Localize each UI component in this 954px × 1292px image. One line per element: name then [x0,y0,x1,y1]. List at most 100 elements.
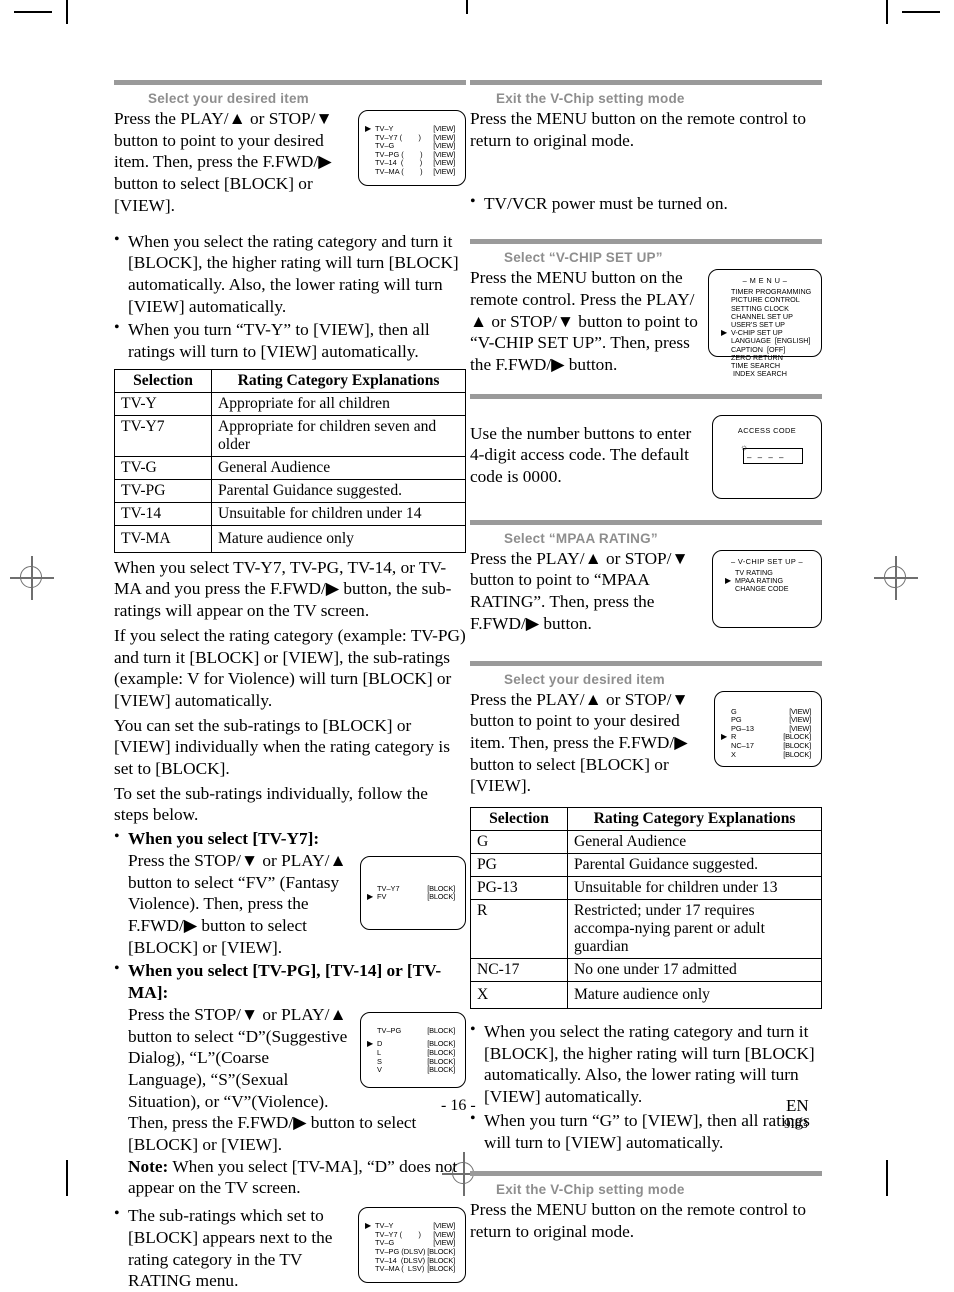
paragraph-subratings-individual: You can set the sub-ratings to [BLOCK] o… [114,715,450,779]
section-divider [470,393,822,399]
crop-mark-top-left-v [66,0,68,24]
table-row: PG-13 Unsuitable for children under 13 [470,876,822,901]
blink-cursor-icon: ☼ [740,441,749,452]
crop-mark-top-right-v [886,0,888,24]
column-header-explanations: Rating Category Explanations [211,368,466,393]
section-title-vchip-setup: Select “V-CHIP SET UP” [504,250,663,266]
section-divider [470,239,822,245]
tv-y7-subrating-screen: TV–Y7 [BLOCK] ▶ FV [BLOCK] [360,855,466,930]
section-divider [470,660,822,666]
list-item: When you select [TV-Y7]: [114,827,466,850]
osd-title: – V-CHIP SET UP – [730,556,804,566]
list-item: When you turn “TV-Y” to [VIEW], then all… [114,318,466,362]
menu-item[interactable]: CHANGE CODE [735,584,789,593]
table-row: TV-Y7 Appropriate for children seven and … [114,414,466,457]
list-item: When you turn “G” to [VIEW], then all ra… [470,1109,822,1153]
cursor-icon: ▶ [365,124,372,133]
document-code: 9I03 [784,1116,808,1131]
cursor-icon: ▶ [725,575,732,585]
list-item: When you select the rating category and … [470,1020,822,1108]
bullet-list-mpaa: When you select the rating category and … [470,1020,822,1153]
table-row: TV-MA Mature audience only [114,524,466,553]
paragraph-subratings-appear: When you select TV-Y7, TV-PG, TV-14, or … [114,557,452,621]
osd-row: ▶ FV [BLOCK] [367,892,455,902]
registration-mark-left [10,556,54,600]
language-code: EN [786,1096,809,1115]
note-text: When you select [TV-MA], “D” does not ap… [128,1156,458,1198]
subitem-note-tvma: Note: When you select [TV-MA], “D” does … [128,1156,466,1199]
note-label: Note: [128,1156,169,1176]
right-column: Exit the V-Chip setting mode Press the M… [470,80,822,1243]
table-row: TV-14 Unsuitable for children under 14 [114,501,466,526]
cursor-icon: ▶ [721,328,728,338]
access-code-screen: ACCESS CODE – – – – ☼ [712,414,822,499]
osd-row: X [BLOCK] [731,749,811,759]
osd-row: V [BLOCK] [377,1065,455,1075]
crop-mark-bottom-right-v [886,1160,888,1196]
crop-mark-bottom-left-v [66,1160,68,1196]
mpaa-rating-screen: G [VIEW] PG [VIEW] PG–13 [VIEW] ▶ R [BLOCK] N… [714,690,822,767]
column-header-explanations: Rating Category Explanations [567,807,822,832]
crop-mark-top-right-h [902,11,940,13]
table-row: PG Parental Guidance suggested. [470,853,822,878]
osd-title: – M E N U – [742,276,788,286]
section-divider [470,519,822,525]
subrating-steps: When you select [TV-Y7]: [114,827,466,850]
section-divider [470,1171,822,1177]
list-item: When you select the rating category and … [114,230,466,318]
subitem-heading-tvpg: When you select [TV-PG], [TV-14] or [TV-… [128,961,442,1003]
paragraph-exit-bottom: Press the MENU button on the remote cont… [470,1200,806,1241]
table-row: G General Audience [470,830,822,855]
mpaa-rating-table: Selection Rating Category Explanations G… [470,807,822,1010]
column-header-selection: Selection [114,368,212,393]
paragraph-follow-steps: To set the sub-ratings individually, fol… [114,783,428,825]
table-row: TV-Y Appropriate for all children [114,391,466,416]
section-divider [470,80,822,85]
subrating-steps-2: When you select [TV-PG], [TV-14] or [TV-… [114,959,466,1003]
bullet-list-subratings: The sub-ratings which set to [BLOCK] app… [114,1204,466,1292]
access-code-value: – – – – [747,452,786,462]
table-row: R Restricted; under 17 requires accompa-n… [470,899,822,960]
tv-pg-subrating-screen: TV–PG [BLOCK] ▶ D [BLOCK] L [BLOCK] S [BLOCK]… [360,1011,466,1088]
vchip-item-list: TV RATING ▶ MPAA RATING CHANGE CODE [725,568,789,594]
left-column: Select your desired item ▶ TV–Y [VIEW] TV–… [114,80,466,1292]
menu-item-selected[interactable]: ▶ MPAA RATING [725,576,789,585]
table-row: NC-17 No one under 17 admitted [470,958,822,983]
subitem-heading-tvy7: When you select [TV-Y7]: [128,829,320,849]
cursor-icon: ▶ [367,892,374,902]
section-divider [114,80,466,85]
list-item: TV/VCR power must be turned on. [470,192,822,215]
crop-mark-top-left-h [14,11,52,13]
table-row: TV-G General Audience [114,455,466,480]
cursor-icon: ▶ [367,1039,374,1049]
osd-title: ACCESS CODE [737,425,797,435]
list-item: The sub-ratings which set to [BLOCK] app… [114,1204,466,1292]
tv-rating-screen: ▶ TV–Y [VIEW] TV–Y7 ( ) [VIEW] TV–G [VIEW] T… [358,110,466,186]
menu-item-selected[interactable]: ▶ V-CHIP SET UP [721,329,811,337]
column-header-selection: Selection [470,807,568,832]
list-item: When you select [TV-PG], [TV-14] or [TV-… [114,959,466,1003]
section-title-select-item-right: Select your desired item [504,671,665,687]
table-header-row: Selection Rating Category Explanations [114,368,466,393]
osd-row: TV–PG [BLOCK] [377,1025,455,1035]
table-row: TV-PG Parental Guidance suggested. [114,478,466,503]
section-title-select-item: Select your desired item [148,91,309,106]
table-row: X Mature audience only [470,981,822,1010]
bullet-list-tv: When you select the rating category and … [114,230,466,363]
menu-item[interactable]: INDEX SEARCH [731,369,811,378]
menu-item-list: TIMER PROGRAMMING PICTURE CONTROL SETTIN… [721,287,811,378]
osd-row: TV–MA ( ) [VIEW] [375,166,455,176]
table-header-row: Selection Rating Category Explanations [470,807,822,832]
tv-rating-table: Selection Rating Category Explanations T… [114,368,466,553]
registration-mark-right [874,556,918,600]
section-title-mpaa: Select “MPAA RATING” [504,530,658,546]
paragraph-subratings-auto: If you select the rating category (examp… [114,625,466,710]
crop-mark-top-mid-v [466,0,468,14]
vchip-setup-screen: – V-CHIP SET UP – TV RATING ▶ MPAA RATING… [712,549,822,628]
section-title-exit-bottom: Exit the V-Chip setting mode [496,1182,685,1198]
section-title-exit-top: Exit the V-Chip setting mode [496,91,685,106]
bullet-power: TV/VCR power must be turned on. [470,192,822,215]
menu-screen: – M E N U – TIMER PROGRAMMING PICTURE CO… [708,269,822,378]
cursor-icon: ▶ [721,732,728,742]
paragraph-exit-top: Press the MENU button on the remote cont… [470,109,806,150]
